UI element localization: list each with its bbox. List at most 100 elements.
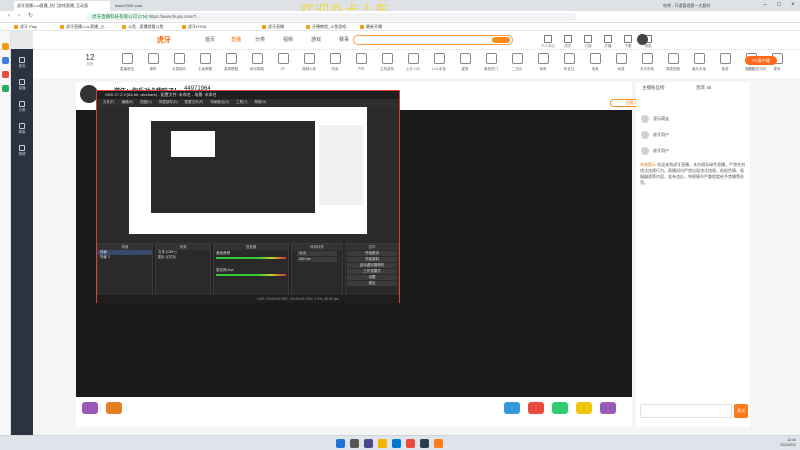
app-icon[interactable] — [406, 439, 415, 448]
minimize-icon[interactable]: – — [758, 0, 772, 11]
user-center-icon[interactable]: 个人中心 — [541, 35, 555, 49]
explorer-icon[interactable] — [378, 439, 387, 448]
chat-icon[interactable] — [2, 57, 9, 64]
source-item[interactable]: 图片 幻灯片 — [156, 255, 210, 260]
nav-video[interactable]: 视频 — [283, 36, 293, 43]
obs-menu-item[interactable]: 场景集合(S) — [210, 100, 229, 104]
bookmark-item[interactable]: 虎牙 Play — [14, 23, 37, 31]
taskview-icon[interactable] — [364, 439, 373, 448]
search-icon[interactable] — [350, 439, 359, 448]
bookmark-item[interactable]: 虎牙直播 — [262, 23, 284, 31]
huya-icon[interactable] — [434, 439, 443, 448]
studio-mode-button[interactable]: 工作室模式 — [347, 269, 397, 274]
category-item[interactable]: 直播首页 — [115, 53, 139, 72]
edge-icon[interactable] — [392, 439, 401, 448]
category-item[interactable]: 车友社 — [557, 53, 581, 72]
rank-user[interactable]: 虎牙用户 — [639, 130, 745, 140]
category-item[interactable]: 搞笑视频 — [661, 53, 685, 72]
favorite-icon[interactable] — [2, 43, 9, 50]
sidebar-item-video[interactable]: 视频 — [15, 145, 29, 157]
close-icon[interactable]: × — [786, 0, 800, 11]
transition-select[interactable]: 淡出 — [297, 251, 337, 256]
game-icon[interactable] — [2, 71, 9, 78]
category-item[interactable]: 王者荣耀 — [193, 53, 217, 72]
gift-icon[interactable] — [576, 402, 592, 414]
gift-icon[interactable] — [504, 402, 520, 414]
category-item[interactable]: 电竞 — [583, 53, 607, 72]
chat-input[interactable] — [640, 404, 732, 418]
duration-input[interactable]: 300 ms — [297, 257, 337, 262]
maximize-icon[interactable]: □ — [772, 0, 786, 11]
start-stream-button[interactable]: 开始推流 — [347, 251, 397, 256]
nav-category[interactable]: 分类 — [255, 36, 265, 43]
download-icon[interactable]: 下载 — [621, 35, 635, 49]
obs-menu-item[interactable]: 文件(F) — [103, 100, 114, 104]
search-icon[interactable] — [492, 37, 510, 43]
gift-icon[interactable] — [528, 402, 544, 414]
bookmark-item[interactable]: 最新开播 — [360, 23, 382, 31]
sidebar-item-match[interactable]: 赛事 — [15, 123, 29, 135]
category-item[interactable]: 穿越火线 — [297, 53, 321, 72]
avatar[interactable] — [637, 34, 648, 45]
category-item[interactable]: 无畏契约 — [167, 53, 191, 72]
obs-menu-item[interactable]: 工具(T) — [236, 100, 247, 104]
refresh-icon[interactable]: ↻ — [28, 12, 33, 19]
category-item[interactable]: 上分·LOL — [401, 53, 425, 72]
gift-icon[interactable] — [82, 402, 98, 414]
obs-menu-item[interactable]: 配置文件(P) — [185, 100, 204, 104]
gift-icon[interactable] — [600, 402, 616, 414]
nav-home[interactable]: 首页 — [205, 36, 215, 43]
category-item[interactable]: 动漫 — [609, 53, 633, 72]
category-item[interactable]: 天天吃鸡 — [635, 53, 659, 72]
start-record-button[interactable]: 开始录制 — [347, 257, 397, 262]
obs-preview[interactable] — [129, 107, 367, 234]
bookmark-item[interactable]: 开播教程_斗鱼游戏... — [306, 23, 350, 31]
obs-menu-item[interactable]: 帮助(H) — [254, 100, 266, 104]
site-logo[interactable]: 虎牙 — [157, 35, 171, 45]
category-item[interactable]: 体育 — [531, 53, 555, 72]
tab-vip[interactable]: 贵宾 48 — [696, 85, 711, 91]
broadcast-icon[interactable]: 开播 — [601, 35, 615, 49]
sidebar-item-live[interactable]: 直播 — [15, 79, 29, 91]
settings-button[interactable]: 设置 — [347, 275, 397, 280]
app-icon[interactable] — [2, 85, 9, 92]
category-item[interactable]: 娱乐天地 — [687, 53, 711, 72]
exit-button[interactable]: 退出 — [347, 281, 397, 286]
rank-user[interactable]: 凌乐萌宝 — [639, 114, 745, 124]
rank-user[interactable]: 虎牙用户 — [639, 146, 745, 156]
category-item[interactable]: 单机热门 — [479, 53, 503, 72]
start-icon[interactable] — [336, 439, 345, 448]
browser-tab[interactable]: 哈啰 - 开速管理第一大超时 — [660, 1, 730, 11]
obs-menu-item[interactable]: 视图(V) — [140, 100, 152, 104]
tab-fans-rank[interactable]: 主播粉丝榜 — [642, 85, 665, 91]
category-item[interactable]: 户外 — [349, 53, 373, 72]
forward-icon[interactable]: › — [18, 13, 20, 19]
category-item[interactable]: 二次元 — [505, 53, 529, 72]
bookmark-item[interactable]: 斗鱼 - 直播就看斗鱼 — [122, 23, 164, 31]
category-item[interactable]: LOL手游 — [427, 53, 451, 72]
sidebar-item-category[interactable]: 分类 — [15, 101, 29, 113]
search-input[interactable] — [353, 35, 513, 45]
category-item[interactable]: 吃鸡 — [323, 53, 347, 72]
gift-icon[interactable] — [106, 402, 122, 414]
obs-menu-item[interactable]: 编辑(E) — [121, 100, 133, 104]
category-item[interactable]: 主机游戏 — [375, 53, 399, 72]
browser-tab[interactable]: 虎牙直播-Lol直播_热门游戏直播_互动直 — [14, 1, 110, 11]
virtual-camera-button[interactable]: 启动虚拟摄像机 — [347, 263, 397, 268]
browser-tab[interactable]: www.2345.com — [112, 1, 152, 11]
nav-match[interactable]: 赛事 — [339, 36, 349, 43]
nav-live[interactable]: 直播 — [231, 36, 241, 43]
pc-client-button[interactable]: PC客户端 — [745, 56, 777, 65]
subscribe-icon[interactable]: 订阅 — [581, 35, 595, 49]
bookmark-item[interactable]: 虎牙HTML — [182, 23, 207, 31]
scene-item[interactable]: 场景 2 — [98, 255, 152, 260]
gift-icon[interactable] — [552, 402, 568, 414]
back-icon[interactable]: ‹ — [8, 13, 10, 19]
category-item[interactable]: 星秀 — [453, 53, 477, 72]
category-item[interactable]: 和平精英 — [245, 53, 269, 72]
history-icon[interactable]: 历史 — [561, 35, 575, 49]
obs-icon[interactable] — [420, 439, 429, 448]
category-item[interactable]: 旅游 — [713, 53, 737, 72]
url-input[interactable]: 虎牙直播科技有限公司 [CN] https://www.huya.com/?..… — [86, 13, 576, 21]
category-item[interactable]: CF — [271, 53, 295, 71]
